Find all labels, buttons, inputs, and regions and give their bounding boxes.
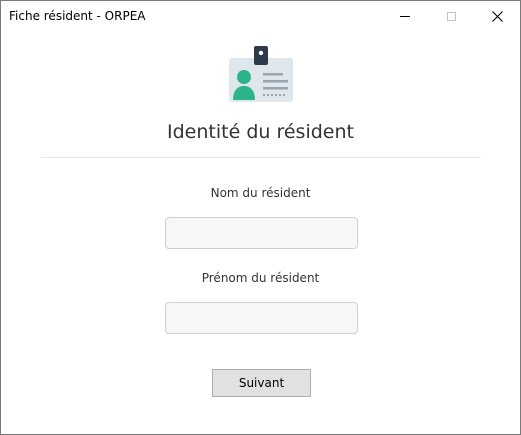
- title-bar: Fiche résident - ORPEA: [1, 1, 520, 32]
- nom-label: Nom du résident: [210, 186, 311, 200]
- close-icon: [491, 11, 503, 22]
- window-title: Fiche résident - ORPEA: [9, 9, 146, 23]
- heading-divider: [41, 157, 481, 158]
- minimize-icon: [400, 16, 410, 17]
- next-button[interactable]: Suivant: [212, 369, 311, 397]
- maximize-button[interactable]: [428, 1, 474, 32]
- nom-input[interactable]: [165, 217, 358, 249]
- form-panel: Identité du résident Nom du résident Pré…: [1, 32, 520, 434]
- maximize-icon: [446, 12, 456, 21]
- prenom-label: Prénom du résident: [201, 271, 320, 285]
- minimize-button[interactable]: [382, 1, 428, 32]
- close-button[interactable]: [474, 1, 520, 32]
- app-window: Fiche résident - ORPEA Identité du résid…: [0, 0, 521, 435]
- prenom-input[interactable]: [165, 302, 358, 334]
- id-badge-icon: [229, 46, 293, 102]
- form-heading: Identité du résident: [167, 121, 354, 143]
